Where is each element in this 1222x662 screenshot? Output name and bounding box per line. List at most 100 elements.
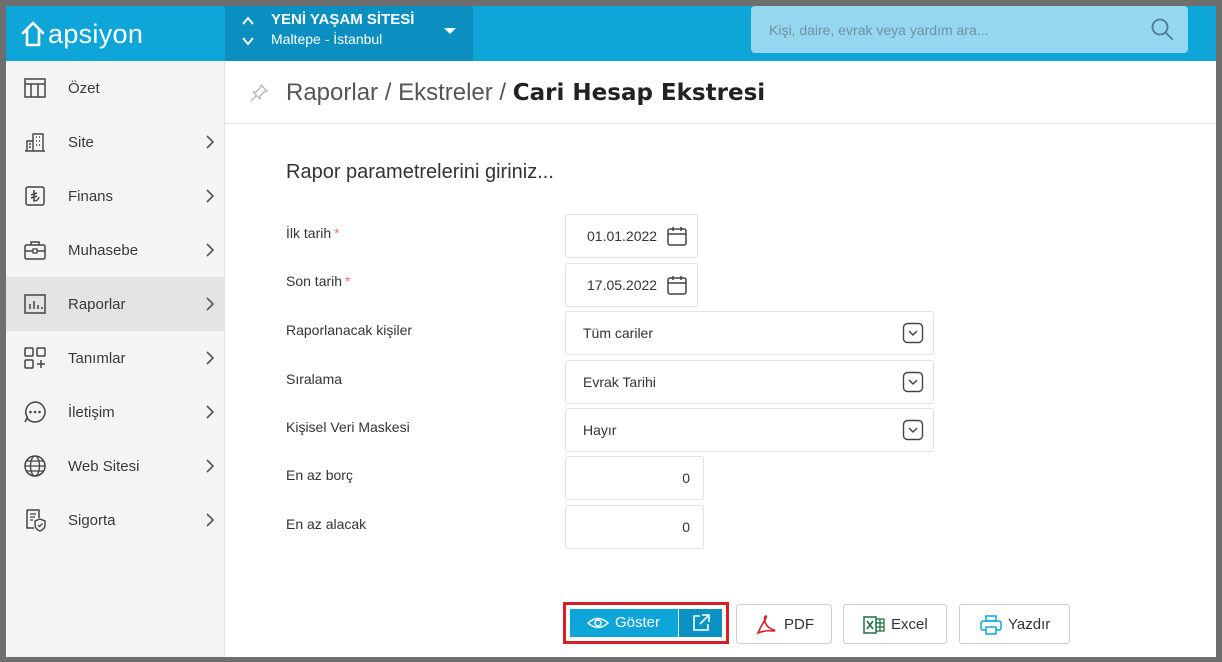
insurance-doc-icon <box>26 509 46 532</box>
page-header: Raporlar / Ekstreler / Cari Hesap Ekstre… <box>225 61 1216 124</box>
print-button[interactable]: Yazdır <box>959 604 1070 644</box>
chevron-right-icon <box>206 189 215 203</box>
sidebar-item-label: Tanımlar <box>68 349 126 367</box>
dropdown-chevron-icon[interactable] <box>902 371 924 393</box>
sidebar-item-finans[interactable]: Finans <box>6 169 225 223</box>
breadcrumb-raporlar[interactable]: Raporlar <box>286 79 378 106</box>
min-debt-value: 0 <box>682 470 690 486</box>
print-button-label: Yazdır <box>1008 616 1051 633</box>
lira-icon <box>25 186 45 206</box>
required-mark: * <box>345 273 351 289</box>
start-date-label: İlk tarih * <box>286 225 340 241</box>
sidebar-item-label: Özet <box>68 79 100 97</box>
sidebar-item-ozet[interactable]: Özet <box>6 61 225 115</box>
mask-label: Kişisel Veri Maskesi <box>286 419 410 435</box>
min-debt-label: En az borç <box>286 467 353 483</box>
open-new-window-button[interactable] <box>679 609 722 637</box>
pin-icon[interactable] <box>249 83 269 103</box>
chevron-right-icon <box>206 459 215 473</box>
calendar-icon[interactable] <box>666 225 688 247</box>
briefcase-icon <box>24 241 46 260</box>
end-date-value: 17.05.2022 <box>587 277 658 293</box>
sidebar-item-web-sitesi[interactable]: Web Sitesi <box>6 439 225 493</box>
chevron-right-icon <box>206 297 215 311</box>
chat-icon <box>24 401 46 423</box>
app-window: apsiyon YENİ YAŞAM SİTESİ Maltepe - İsta… <box>6 6 1216 657</box>
chevron-right-icon <box>206 513 215 527</box>
chevron-right-icon <box>206 351 215 365</box>
breadcrumb-separator: / <box>499 79 507 106</box>
end-date-field[interactable]: 17.05.2022 <box>565 263 698 307</box>
start-date-label-text: İlk tarih <box>286 225 332 241</box>
min-credit-value: 0 <box>682 519 690 535</box>
site-location: Maltepe - İstanbul <box>271 31 383 47</box>
excel-button-label: Excel <box>891 616 928 633</box>
mask-value: Hayır <box>583 422 617 438</box>
sidebar: Özet Site Finans Muhasebe Raporlar Tanım… <box>6 61 225 657</box>
external-link-icon <box>693 614 710 631</box>
end-date-label-text: Son tarih <box>286 273 343 289</box>
sidebar-item-label: Site <box>68 133 94 151</box>
excel-icon <box>863 616 885 634</box>
breadcrumb-ekstreler[interactable]: Ekstreler <box>398 79 493 106</box>
top-bar: apsiyon YENİ YAŞAM SİTESİ Maltepe - İsta… <box>6 6 1216 61</box>
chevron-up-icon[interactable] <box>241 14 255 28</box>
sidebar-item-label: İletişim <box>68 403 115 421</box>
chevron-right-icon <box>206 243 215 257</box>
pdf-button[interactable]: PDF <box>736 604 832 644</box>
calendar-icon[interactable] <box>666 274 688 296</box>
sorting-label: Sıralama <box>286 371 343 387</box>
site-name: YENİ YAŞAM SİTESİ <box>271 11 415 28</box>
sidebar-item-tanimlar[interactable]: Tanımlar <box>6 331 225 385</box>
persons-value: Tüm cariler <box>583 325 654 341</box>
apsiyon-logo[interactable]: apsiyon <box>20 14 143 54</box>
excel-button[interactable]: Excel <box>843 604 947 644</box>
caret-down-icon[interactable] <box>443 26 457 36</box>
search-icon[interactable] <box>1150 17 1174 41</box>
show-button[interactable]: Göster <box>570 609 678 637</box>
form-title: Rapor parametrelerini giriniz... <box>286 161 554 183</box>
eye-icon <box>587 617 609 629</box>
bar-chart-icon <box>24 294 46 314</box>
start-date-field[interactable]: 01.01.2022 <box>565 214 698 258</box>
min-credit-input[interactable]: 0 <box>565 505 704 549</box>
sidebar-item-label: Raporlar <box>68 295 126 313</box>
sidebar-item-iletisim[interactable]: İletişim <box>6 385 225 439</box>
sidebar-item-raporlar[interactable]: Raporlar <box>6 277 225 331</box>
grid-plus-icon <box>24 347 46 369</box>
end-date-label: Son tarih * <box>286 273 351 289</box>
sidebar-item-site[interactable]: Site <box>6 115 225 169</box>
sidebar-item-label: Web Sitesi <box>68 457 140 475</box>
sidebar-item-sigorta[interactable]: Sigorta <box>6 493 225 547</box>
globe-icon <box>24 455 46 477</box>
min-credit-label: En az alacak <box>286 516 367 532</box>
min-debt-input[interactable]: 0 <box>565 456 704 500</box>
sidebar-item-label: Muhasebe <box>68 241 139 259</box>
pdf-icon <box>756 615 776 635</box>
sorting-select[interactable]: Evrak Tarihi <box>565 360 934 404</box>
dropdown-chevron-icon[interactable] <box>902 419 924 441</box>
breadcrumb-separator: / <box>384 79 392 106</box>
required-mark: * <box>334 225 340 241</box>
printer-icon <box>980 615 1002 635</box>
mask-select[interactable]: Hayır <box>565 408 934 452</box>
breadcrumb: Raporlar / Ekstreler / Cari Hesap Ekstre… <box>286 79 765 107</box>
page-title: Cari Hesap Ekstresi <box>512 80 766 106</box>
start-date-value: 01.01.2022 <box>587 228 658 244</box>
pdf-button-label: PDF <box>784 616 814 633</box>
home-logo-icon <box>21 21 45 47</box>
sidebar-item-muhasebe[interactable]: Muhasebe <box>6 223 225 277</box>
search-input[interactable] <box>751 6 1188 53</box>
chevron-right-icon <box>206 405 215 419</box>
brand-name: apsiyon <box>48 18 144 49</box>
chevron-down-icon[interactable] <box>241 34 255 48</box>
dropdown-chevron-icon[interactable] <box>902 322 924 344</box>
site-switcher[interactable]: YENİ YAŞAM SİTESİ Maltepe - İstanbul <box>225 6 473 61</box>
table-icon <box>24 78 46 98</box>
persons-select[interactable]: Tüm cariler <box>565 311 934 355</box>
global-search <box>751 6 1188 53</box>
persons-label: Raporlanacak kişiler <box>286 322 413 338</box>
building-icon <box>25 133 45 152</box>
sorting-value: Evrak Tarihi <box>583 374 656 390</box>
sidebar-item-label: Sigorta <box>68 511 116 529</box>
